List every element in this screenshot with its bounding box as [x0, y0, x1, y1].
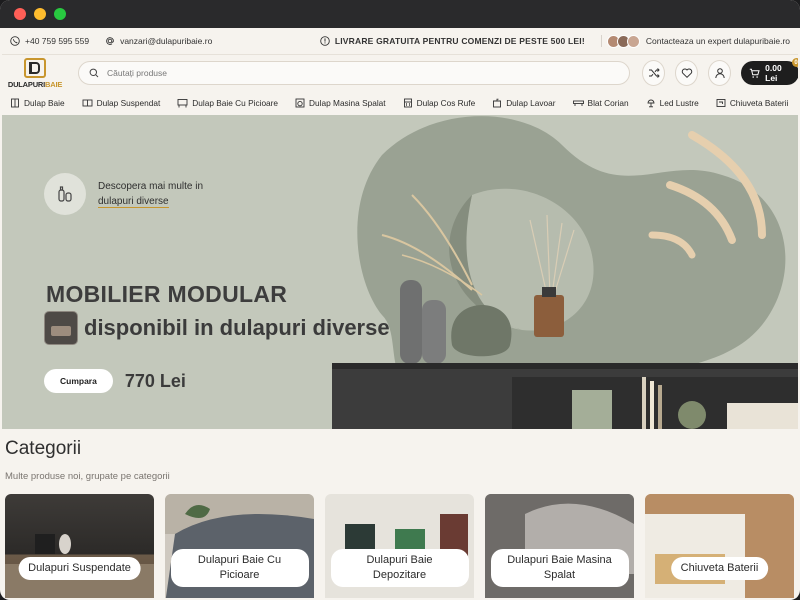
search-icon [89, 68, 99, 78]
category-label: Dulapuri Suspendate [18, 557, 141, 580]
expert-avatars [606, 34, 640, 48]
category-card-picioare[interactable]: Dulapuri Baie Cu Picioare [165, 494, 314, 598]
avatar [626, 34, 640, 48]
nav-item-dulap-lavoar[interactable]: Dulap Lavoar [492, 98, 556, 108]
compare-button[interactable] [642, 60, 666, 86]
cart-total: 0.00 Lei [765, 63, 782, 83]
announcement-text: LIVRARE GRATUITA PENTRU COMENZI DE PESTE… [334, 36, 585, 46]
hero-subtitle-row: disponibil in dulapuri diverse [44, 311, 390, 345]
account-button[interactable] [708, 60, 732, 86]
nav-item-label: Led Lustre [659, 98, 699, 108]
category-label: Dulapuri Baie Depozitare [330, 549, 469, 587]
cart-count-badge: 0 [791, 58, 798, 67]
category-label: Chiuveta Baterii [670, 557, 769, 580]
category-cards: Dulapuri Suspendate Dulapuri Baie Cu Pic… [5, 494, 794, 598]
phone-contact[interactable]: +40 759 595 559 [10, 36, 89, 46]
nav-item-dulap-masina-spalat[interactable]: Dulap Masina Spalat [295, 98, 386, 108]
expert-contact[interactable]: Contacteaza un expert dulapuribaie.ro [599, 34, 790, 48]
category-label: Dulapuri Baie Cu Picioare [170, 549, 309, 587]
discover-line: Descopera mai multe in [98, 181, 204, 192]
shipping-announcement: LIVRARE GRATUITA PENTRU COMENZI DE PESTE… [320, 36, 585, 46]
hero-banner: Descopera mai multe in dulapuri diverse … [2, 115, 798, 429]
search-input[interactable] [105, 67, 589, 79]
nav-item-label: Dulap Cos Rufe [416, 98, 476, 108]
category-nav: Dulap Baie Dulap Suspendat Dulap Baie Cu… [2, 91, 798, 116]
nav-item-blat-corian[interactable]: Blat Corian [572, 98, 629, 108]
nav-item-dulap-baie[interactable]: Dulap Baie [10, 98, 65, 108]
close-window-button[interactable] [14, 8, 26, 20]
cart-icon [749, 68, 760, 79]
browser-window: +40 759 595 559 vanzari@dulapuribaie.ro … [0, 0, 800, 600]
washing-machine-icon [295, 98, 305, 108]
discover-promo[interactable]: Descopera mai multe in dulapuri diverse [44, 173, 203, 215]
laundry-basket-icon [403, 98, 413, 108]
header-actions: 0.00 Lei 0 [642, 58, 798, 86]
nav-item-label: Chiuveta Baterii [729, 98, 789, 108]
category-card-chiuveta[interactable]: Chiuveta Baterii [645, 494, 794, 598]
nav-item-label: Dulap Lavoar [506, 98, 556, 108]
info-icon [320, 36, 330, 46]
legged-cabinet-icon [177, 98, 188, 108]
product-thumbnail[interactable] [44, 311, 78, 345]
countertop-icon [572, 98, 584, 108]
hero-subtitle: disponibil in dulapuri diverse [84, 315, 390, 340]
email-address: vanzari@dulapuribaie.ro [120, 36, 213, 46]
phone-number: +40 759 595 559 [25, 36, 90, 46]
top-bar: +40 759 595 559 vanzari@dulapuribaie.ro … [2, 28, 798, 55]
categories-subtitle: Multe produse noi, grupate pe categorii [5, 471, 170, 482]
nav-item-label: Dulap Baie [24, 98, 65, 108]
category-card-depozitare[interactable]: Dulapuri Baie Depozitare [325, 494, 474, 598]
hanging-cabinet-icon [82, 98, 93, 108]
hero-buy-row: Cumpara 770 Lei [44, 369, 186, 393]
categories-title: Categorii [5, 438, 82, 459]
nav-item-dulap-baie-cu-picioare[interactable]: Dulap Baie Cu Picioare [177, 98, 278, 108]
nav-item-chiuveta-baterii[interactable]: Chiuveta Baterii [716, 98, 789, 108]
cart-button[interactable]: 0.00 Lei 0 [741, 58, 798, 85]
site-logo[interactable]: DULAPURIBAIE [7, 56, 63, 90]
nav-item-label: Dulap Masina Spalat [309, 98, 386, 108]
window-titlebar [0, 0, 800, 28]
nav-item-led-lustre[interactable]: Led Lustre [646, 98, 699, 108]
phone-icon [10, 36, 20, 46]
divider [600, 35, 602, 47]
minimize-window-button[interactable] [34, 8, 46, 20]
logo-text: DULAPURIBAIE [7, 79, 63, 89]
email-contact[interactable]: vanzari@dulapuribaie.ro [105, 36, 212, 46]
cabinet-icon [10, 98, 20, 108]
discover-link[interactable]: dulapuri diverse [98, 196, 169, 208]
wishlist-button[interactable] [675, 60, 699, 86]
expert-link[interactable]: Contacteaza un expert dulapuribaie.ro [646, 36, 790, 46]
hero-price: 770 Lei [124, 370, 186, 391]
category-label: Dulapuri Baie Masina Spalat [490, 549, 629, 587]
vases-icon [44, 173, 86, 215]
at-icon [105, 36, 115, 46]
nav-item-label: Blat Corian [587, 98, 629, 108]
maximize-window-button[interactable] [54, 8, 66, 20]
faucet-icon [716, 98, 726, 108]
user-icon [714, 67, 726, 79]
buy-button[interactable]: Cumpara [44, 369, 113, 393]
shuffle-icon [648, 67, 660, 79]
discover-text: Descopera mai multe in dulapuri diverse [98, 179, 203, 209]
category-image [645, 494, 794, 598]
sink-cabinet-icon [492, 98, 502, 108]
search-bar[interactable] [78, 61, 630, 85]
lamp-icon [646, 98, 656, 108]
logo-mark-icon [24, 57, 46, 78]
category-image [5, 534, 154, 598]
nav-item-dulap-cos-rufe[interactable]: Dulap Cos Rufe [403, 98, 476, 108]
nav-item-label: Dulap Baie Cu Picioare [192, 98, 279, 108]
web-page: +40 759 595 559 vanzari@dulapuribaie.ro … [2, 28, 798, 598]
category-card-suspendate[interactable]: Dulapuri Suspendate [5, 494, 154, 598]
heart-icon [681, 67, 693, 79]
hero-title: MOBILIER MODULAR [46, 281, 288, 307]
nav-item-dulap-suspendat[interactable]: Dulap Suspendat [82, 98, 161, 108]
nav-item-label: Dulap Suspendat [96, 98, 161, 108]
site-header: DULAPURIBAIE Căutați produse 0.00 Lei 0 [2, 55, 798, 91]
category-card-masina-spalat[interactable]: Dulapuri Baie Masina Spalat [485, 494, 634, 598]
